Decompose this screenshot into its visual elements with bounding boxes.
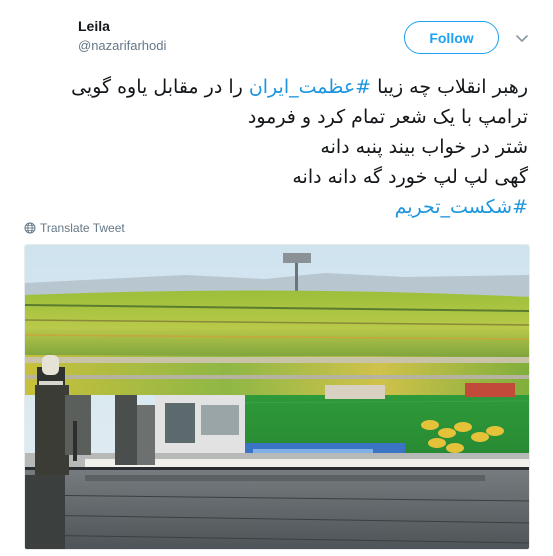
follow-button[interactable]: Follow: [404, 21, 499, 54]
user-names: Leila @nazarifarhodi: [78, 17, 166, 55]
tweet-text: رهبر انقلاب چه زیبا #عظمت_ایران را در مق…: [28, 72, 528, 222]
tweet-line-4: گهی لپ لپ خورد گه دانه دانه: [292, 166, 528, 188]
hashtag-link[interactable]: #شکست_تحریم: [395, 196, 528, 218]
tweet-line-1-end: را در مقابل یاوه گویی: [71, 76, 249, 98]
tweet-line-1: رهبر انقلاب چه زیبا #عظمت_ایران را در مق…: [28, 72, 528, 102]
tweet-line-5: #شکست_تحریم: [28, 192, 528, 222]
avatar[interactable]: [24, 14, 68, 58]
stadium-photo: [25, 245, 529, 549]
tweet-line-2: ترامپ با یک شعر تمام کرد و فرمود: [247, 106, 528, 128]
user-handle[interactable]: @nazarifarhodi: [78, 37, 166, 55]
chevron-down-icon[interactable]: [514, 30, 530, 46]
tweet-header: Leila @nazarifarhodi Follow: [0, 0, 553, 70]
display-name[interactable]: Leila: [78, 17, 166, 35]
tweet-photo[interactable]: [24, 244, 530, 550]
tweet-line-1-start: رهبر انقلاب چه زیبا: [371, 76, 528, 98]
hashtag-link[interactable]: #عظمت_ایران: [249, 76, 371, 98]
globe-icon: [24, 222, 36, 234]
translate-tweet-link[interactable]: Translate Tweet: [24, 221, 125, 235]
tweet-line-3: شتر در خواب بیند پنبه دانه: [320, 136, 528, 158]
translate-label: Translate Tweet: [40, 221, 125, 235]
